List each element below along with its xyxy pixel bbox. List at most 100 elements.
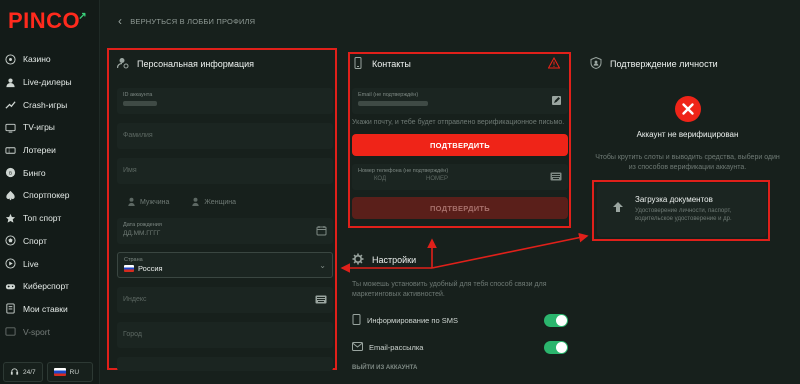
male-label: Мужчина [140,198,170,206]
calendar-icon[interactable] [316,225,327,238]
sms-label: Информирование по SMS [367,315,458,325]
country-value: Россия [138,264,163,273]
back-to-lobby-link[interactable]: ‹ ВЕРНУТЬСЯ В ЛОББИ ПРОФИЛЯ [118,14,255,28]
verification-title: Подтверждение личности [610,59,718,69]
country-value-row: Россия [124,264,326,273]
chevron-left-icon: ‹ [118,14,123,28]
city-placeholder: Город [123,331,142,338]
settings-title: Настройки [372,255,417,265]
pinco-logo[interactable]: PINCO↗ [8,8,89,34]
live-icon [4,258,16,270]
sidebar-item-casino[interactable]: Казино [0,48,100,71]
crash-icon [4,99,16,111]
sidebar-nav: Казино Live-дилеры Crash-игры TV-игры Лотере… [0,48,100,343]
confirm-email-button[interactable]: ПОДТВЕРДИТЬ [352,134,568,156]
contacts-title: Контакты [372,59,411,69]
logout-link[interactable]: ВЫЙТИ ИЗ АККАУНТА [352,365,568,371]
male-icon [127,197,136,208]
contacts-header: Контакты [352,56,568,72]
surname-placeholder: Фамилия [123,132,153,139]
sidebar-item-label: TV-игры [23,122,55,133]
personal-info-section: Персональная информация ID аккаунта Фами… [116,56,333,371]
sidebar-item-label: Киберспорт [23,281,69,292]
warning-icon [547,56,561,71]
name-placeholder: Имя [123,167,137,174]
russia-flag-icon [53,368,66,376]
tv-icon [4,121,16,133]
sidebar-item-vsport[interactable]: V-sport [0,320,100,343]
country-select[interactable]: Страна Россия ⌄ [117,252,333,278]
headset-icon [10,367,19,378]
upload-documents-card[interactable]: Загрузка документов Удостоверение личнос… [597,183,767,237]
language-label: RU [69,368,80,376]
email-hint: Укажи почту, и тебе будет отправлено вер… [352,119,565,126]
language-selector[interactable]: RU [46,362,93,382]
svg-text:B: B [8,171,11,176]
phone-icon [352,313,361,327]
sidebar-item-label: Спорт [23,235,47,246]
birthdate-label: Дата рождения [123,222,162,228]
confirm-phone-button[interactable]: ПОДТВЕРДИТЬ [352,197,568,219]
support-label: 24/7 [23,368,36,376]
phone-code-placeholder: КОД [374,176,387,182]
index-input[interactable]: Индекс [117,287,333,313]
email-value [358,98,562,108]
poker-icon [4,189,16,201]
city-input[interactable]: Город [117,322,333,348]
phone-number-placeholder: НОМЕР [426,176,449,182]
phone-label: Номер телефона (не подтверждён) [358,168,449,174]
contacts-section: Контакты Email (не подтверждён) Укажи по… [352,56,568,219]
gender-male-radio[interactable]: Мужчина [127,197,169,208]
birthdate-placeholder: ДД.ММ.ГГГГ [123,230,161,237]
sidebar-item-label: Топ спорт [23,213,62,224]
sidebar-item-sport[interactable]: Спорт [0,230,100,253]
settings-description: Ты можешь установить удобный для тебя сп… [352,281,547,298]
top-sport-icon [4,212,16,224]
verification-status: Аккаунт не верифицирован [636,130,739,139]
surname-input[interactable]: Фамилия [117,123,333,149]
sidebar-item-poker[interactable]: Спортпокер [0,184,100,207]
upload-arrow-icon [612,201,624,215]
index-placeholder: Индекс [123,296,147,303]
support-button[interactable]: 24/7 [3,362,43,382]
gender-radio-group: Мужчина Женщина [117,196,333,208]
sms-toggle[interactable] [544,313,568,327]
sidebar-item-crash[interactable]: Crash-игры [0,93,100,116]
sidebar-item-tv[interactable]: TV-игры [0,116,100,139]
sidebar-item-top-sport[interactable]: Топ спорт [0,207,100,230]
sidebar-item-lottery[interactable]: Лотереи [0,139,100,162]
sport-icon [4,235,16,247]
name-input[interactable]: Имя [117,158,333,184]
email-newsletter-row: Email-рассылка [352,339,568,355]
address-input[interactable] [117,357,333,371]
shield-icon [590,56,602,71]
logo-arrow-icon: ↗ [78,11,88,22]
user-settings-icon [116,57,129,71]
sidebar-item-label: Live [23,258,39,269]
keyboard-icon [550,172,562,183]
casino-icon [4,53,16,65]
sidebar-item-esport[interactable]: Киберспорт [0,275,100,298]
sidebar-item-label: Спортпокер [23,190,70,201]
chevron-down-icon: ⌄ [319,261,326,270]
gender-female-radio[interactable]: Женщина [191,197,236,208]
sidebar-item-bingo[interactable]: B Бинго [0,161,100,184]
country-label: Страна [124,257,143,263]
email-field[interactable]: Email (не подтверждён) [352,88,568,114]
sidebar-item-live-dealer[interactable]: Live-дилеры [0,71,100,94]
phone-field[interactable]: Номер телефона (не подтверждён) КОД НОМЕ… [352,164,568,190]
settings-section: Настройки Ты можешь установить удобный д… [352,252,568,371]
error-x-icon [674,96,701,124]
birthdate-input[interactable]: Дата рождения ДД.ММ.ГГГГ [117,218,333,244]
email-newsletter-toggle[interactable] [544,340,568,354]
sms-row: Информирование по SMS [352,312,568,328]
keyboard-icon [315,295,327,306]
sidebar-item-label: Лотереи [23,145,56,156]
sidebar-item-bets[interactable]: Мои ставки [0,298,100,321]
edit-icon[interactable] [551,95,562,108]
esport-icon [4,280,16,292]
live-dealer-icon [4,76,16,88]
sidebar-item-label: V-sport [23,326,50,337]
sidebar-item-live[interactable]: Live [0,252,100,275]
lottery-icon [4,144,16,156]
